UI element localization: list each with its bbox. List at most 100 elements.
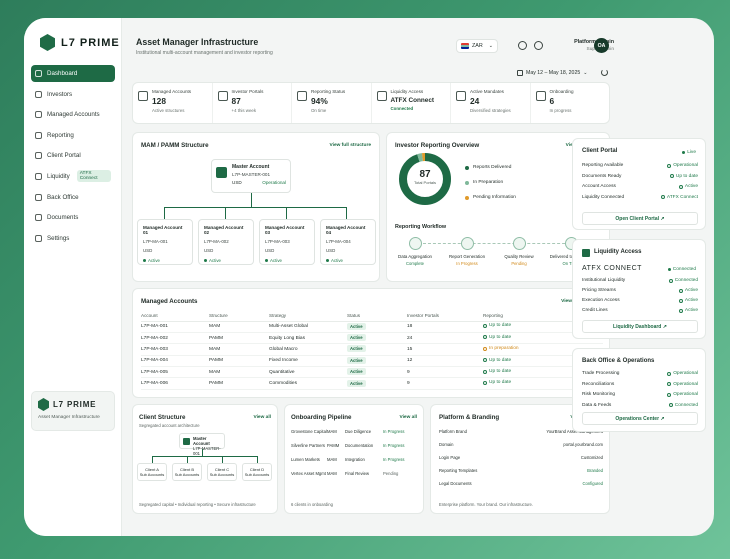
liquidity-dashboard-label: Liquidity Dashboard [613, 323, 662, 330]
kpi-card[interactable]: Investor Portals 87 +4 this week [213, 83, 292, 123]
kpi-card[interactable]: Active Mandates 24 Diversified strategies [451, 83, 531, 123]
table-cell: L7P-MA-002 [141, 332, 209, 345]
document-icon [35, 214, 42, 222]
kpi-icon [376, 91, 387, 101]
table-row[interactable]: L7P-MA-004 PAMM Fixed Income Active 12 Up to … [141, 355, 603, 368]
managed-account-name: Managed Account 01 [143, 225, 183, 235]
logo-text: L7 PRIME [61, 36, 120, 49]
grid-icon [35, 70, 42, 77]
avatar[interactable]: OA [594, 38, 609, 53]
client-node[interactable]: Client A Sub Accounts [137, 463, 167, 481]
client-node[interactable]: Client C Sub Accounts [207, 463, 237, 481]
workflow-step-icon [408, 237, 422, 250]
kpi-card[interactable]: Reporting Status 94% On time [292, 83, 372, 123]
managed-account-node[interactable]: Managed Account 04 L7P-MA-004 USD Active [320, 219, 376, 265]
sidebar-item-settings[interactable]: Settings [31, 230, 115, 247]
view-full-structure-link[interactable]: View full structure [330, 143, 372, 148]
kpi-card[interactable]: Liquidity Access ATFX Connect Connected [372, 83, 451, 123]
kpi-icon [456, 91, 466, 101]
workflow-step[interactable]: Data Aggregation Complete [391, 237, 439, 266]
managed-account-status-label: Active [209, 258, 221, 263]
client-node[interactable]: Client D Sub Accounts [242, 463, 272, 481]
onboarding-row[interactable]: Vertex Asset Mgmt MAM Final Review Pending [291, 471, 419, 476]
sidebar-item-managed-accounts[interactable]: Managed Accounts [31, 106, 115, 123]
table-row[interactable]: L7P-MA-001 MAM Multi-Asset Global Active 18 U… [141, 321, 603, 333]
calendar-icon [517, 70, 523, 76]
master-account-id: L7P-MASTER-001 [232, 172, 271, 177]
managed-account-ccy: USD [265, 248, 275, 253]
tree-connector [257, 456, 258, 463]
open-client-portal-button[interactable]: Open Client Portal ↗ [582, 212, 698, 225]
liquidity-dashboard-button[interactable]: Liquidity Dashboard ↗ [582, 320, 698, 333]
client-node[interactable]: Client B Sub Accounts [172, 463, 202, 481]
liquidity-access-card: Liquidity Access ATFX CONNECT Connected … [572, 239, 706, 339]
kpi-icon [297, 91, 307, 101]
back_office-row-label: Trade Processing [582, 371, 620, 376]
reporting-status-label: Up to date [489, 380, 512, 386]
help-icon[interactable] [534, 41, 543, 50]
platform-row[interactable]: Domain portal.yourbrand.com [439, 442, 603, 447]
status-dot-icon [265, 259, 268, 262]
managed-account-node[interactable]: Managed Account 01 L7P-MA-001 USD Active [137, 219, 193, 265]
table-cell: Active [347, 343, 407, 356]
table-row[interactable]: L7P-MA-005 MAM Quantitative Active 9 Up to da… [141, 366, 603, 379]
platform-value: portal.yourbrand.com [563, 442, 603, 447]
kpi-strip: Managed Accounts 128 Active structures Inve… [132, 82, 610, 124]
back_office-row: Data & Feeds Connected [582, 403, 698, 408]
check-circle-icon [678, 288, 683, 293]
onboarding-row[interactable]: Lumen Markets MAM Integration In Progress [291, 457, 419, 462]
currency-selector[interactable]: ZAR ⌄ [456, 39, 498, 53]
operations-center-button[interactable]: Operations Center ↗ [582, 412, 698, 425]
workflow-step[interactable]: Quality Review Pending [495, 237, 543, 266]
workflow-step[interactable]: Report Generation In Progress [443, 237, 491, 266]
managed-account-ccy: USD [204, 248, 214, 253]
client-master-node[interactable]: Master Account L7P-MASTER-001 [179, 433, 225, 456]
reporting-status-label: Up to date [489, 323, 512, 329]
sidebar-item-documents[interactable]: Documents [31, 209, 115, 226]
currency-value: ZAR [472, 43, 483, 49]
table-cell: Fixed Income [269, 355, 347, 368]
table-header: Account [141, 311, 209, 322]
table-row[interactable]: L7P-MA-002 PAMM Equity Long Bias Active 24 Up… [141, 332, 603, 345]
client-structure-view-all-link[interactable]: View all [253, 415, 271, 420]
onboarding-cell: Documentation [345, 443, 374, 448]
master-account-node[interactable]: Master Account L7P-MASTER-001 USD Operati… [211, 159, 291, 193]
sidebar-item-dashboard[interactable]: Dashboard [31, 65, 115, 82]
sidebar-item-client-portal[interactable]: Client Portal [31, 147, 115, 164]
kpi-value: ATFX Connect [390, 97, 435, 104]
platform-row[interactable]: Login Page Customized [439, 455, 603, 460]
table-cell: L7P-MA-003 [141, 343, 209, 356]
date-range-picker[interactable]: May 12 – May 18, 2025 ⌄ [517, 70, 588, 76]
logo[interactable]: L7 PRIME [40, 34, 120, 51]
onboarding-row[interactable]: Silverline Partners PAMM Documentation In P… [291, 443, 419, 448]
onboarding-cell: In Progress [383, 457, 405, 462]
master-account-ccy: USD [232, 180, 242, 185]
liquidity-provider-logo: ATFX CONNECT [582, 265, 642, 272]
liquidity-row: Institutional Liquidity Connected [582, 278, 698, 283]
sidebar-item-liquidity[interactable]: Liquidity ATFX Connect [31, 168, 115, 185]
kpi-card[interactable]: Managed Accounts 128 Active structures [133, 83, 213, 123]
reporting-status-label: In preparation [489, 346, 519, 352]
managed-account-node[interactable]: Managed Account 02 L7P-MA-002 USD Active [198, 219, 254, 265]
onboarding-row[interactable]: Grovestone Capital MAM Due Diligence In Pro… [291, 429, 419, 434]
sidebar-item-label: Dashboard [47, 70, 78, 77]
table-cell: Global Macro [269, 343, 347, 356]
sidebar-nav: Dashboard Investors Managed Accounts Report… [31, 65, 115, 250]
external-link-icon: ↗ [660, 415, 665, 422]
platform-row[interactable]: Legal Documents Configured [439, 481, 603, 486]
onboarding-cell: In Progress [383, 443, 405, 448]
tree-connector [346, 207, 347, 219]
managed-account-node[interactable]: Managed Account 03 L7P-MA-003 USD Active [259, 219, 315, 265]
kpi-card[interactable]: Onboarding 6 In progress [531, 83, 610, 123]
bell-icon[interactable] [518, 41, 527, 50]
sidebar-item-investors[interactable]: Investors [31, 86, 115, 103]
liquidity-row-label: Execution Access [582, 298, 620, 303]
sidebar-item-reporting[interactable]: Reporting [31, 127, 115, 144]
table-row[interactable]: L7P-MA-006 PAMM Commodities Active 9 Up to da… [141, 377, 603, 390]
table-row[interactable]: L7P-MA-003 MAM Global Macro Active 15 In prep… [141, 343, 603, 356]
onboarding-view-all-link[interactable]: View all [399, 415, 417, 420]
refresh-icon[interactable] [601, 69, 608, 76]
platform-row[interactable]: Reporting Templates Branded [439, 468, 603, 473]
table-cell: MAM [209, 321, 269, 333]
sidebar-item-back-office[interactable]: Back Office [31, 189, 115, 206]
